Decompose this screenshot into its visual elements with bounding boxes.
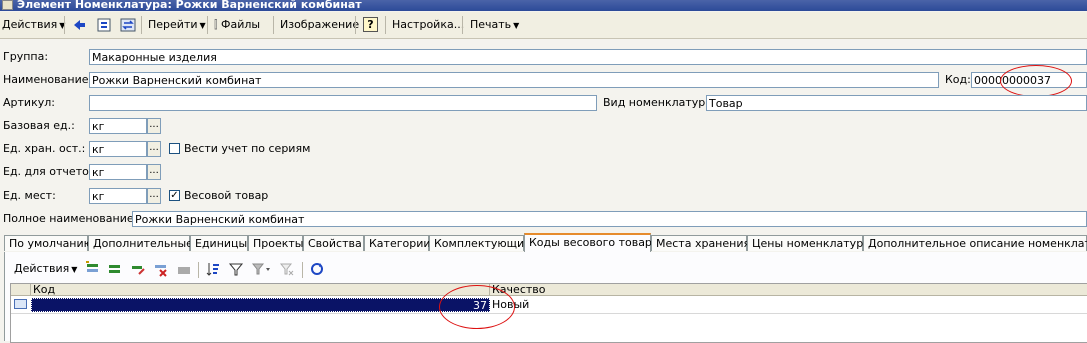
clear-filter-icon[interactable] (279, 261, 295, 277)
delete-row-icon[interactable] (153, 261, 169, 277)
series-checkbox[interactable] (169, 143, 180, 154)
chevron-down-icon: ▼ (513, 21, 520, 30)
toolbar-separator (355, 16, 356, 34)
print-menu[interactable]: Печать ▼ (470, 17, 519, 33)
goto-menu[interactable]: Перейти ▼ (148, 17, 206, 33)
files-button[interactable]: ⫿ Файлы (214, 17, 260, 33)
table-cell-code[interactable]: 37 (31, 298, 490, 312)
base-unit-select-button[interactable]: ... (147, 118, 161, 134)
storage-unit-label: Ед. хран. ост.: (3, 142, 86, 155)
actions-menu-label: Действия (2, 18, 58, 31)
base-unit-label: Базовая ед.: (3, 119, 75, 132)
refresh-icon[interactable] (96, 17, 112, 33)
tab-weight-codes[interactable]: Коды весового товара (524, 233, 659, 252)
code-label: Код: (945, 73, 971, 86)
tab-additional[interactable]: Дополнительные (88, 235, 193, 251)
chevron-down-icon: ▼ (71, 265, 78, 274)
base-unit-field[interactable]: кг (89, 118, 147, 134)
article-label: Артикул: (3, 96, 55, 109)
print-menu-label: Печать (470, 18, 512, 31)
paperclip-icon: ⫿ (214, 18, 218, 31)
name-field[interactable]: Рожки Варненский комбинат (89, 72, 939, 88)
filter-list-icon[interactable] (251, 261, 273, 277)
place-unit-field[interactable]: кг (89, 188, 147, 204)
place-unit-label: Ед. мест: (3, 189, 56, 202)
storage-unit-field[interactable]: кг (89, 141, 147, 157)
report-unit-select-button[interactable]: ... (147, 164, 161, 180)
add-row-icon[interactable] (84, 261, 100, 277)
tab-strip: По умолчанию Дополнительные Единицы Прое… (4, 233, 1087, 253)
toolbar-separator (302, 262, 303, 278)
full-name-label: Полное наименование: (3, 212, 138, 225)
tab-extra-description[interactable]: Дополнительное описание номенклатуры (863, 235, 1087, 251)
tab-default[interactable]: По умолчанию (4, 235, 93, 251)
end-edit-icon[interactable] (176, 261, 192, 277)
full-name-field[interactable]: Рожки Варненский комбинат (132, 211, 1087, 227)
back-arrow-icon[interactable] (71, 17, 87, 33)
toolbar-separator (141, 16, 142, 34)
weight-checkbox[interactable]: ✓ (169, 190, 180, 201)
report-unit-label: Ед. для отчетов: (3, 165, 100, 178)
window-title-bar: Элемент Номенклатура: Рожки Варненский к… (0, 0, 1087, 11)
refresh-list-icon[interactable] (309, 261, 325, 277)
tab-categories[interactable]: Категории (364, 235, 431, 251)
kind-field[interactable]: Товар (706, 95, 1087, 111)
column-header-code[interactable]: Код (31, 284, 490, 296)
table-actions-menu[interactable]: Действия ▼ (14, 260, 77, 278)
help-button[interactable]: ? (363, 17, 378, 32)
toolbar-separator (385, 16, 386, 34)
toolbar-separator (198, 262, 199, 278)
tab-units[interactable]: Единицы (190, 235, 248, 251)
annotation-ellipse (439, 285, 515, 329)
tab-properties[interactable]: Свойства (303, 235, 364, 251)
transfer-icon[interactable] (120, 17, 136, 33)
article-field[interactable] (89, 95, 597, 111)
goto-menu-label: Перейти (148, 18, 198, 31)
weight-codes-table[interactable]: Код Качество 37 Новый (10, 283, 1087, 343)
series-label: Вести учет по сериям (184, 142, 311, 155)
settings-button[interactable]: Настройка... (392, 17, 464, 33)
weight-label: Весовой товар (184, 189, 269, 202)
copy-row-icon[interactable] (107, 261, 123, 277)
image-button[interactable]: Изображение (280, 17, 359, 33)
table-actions-label: Действия (14, 262, 70, 275)
toolbar-separator (273, 16, 274, 34)
tab-components[interactable]: Комплектующие (429, 235, 531, 251)
help-icon: ? (367, 18, 374, 31)
sort-icon[interactable] (205, 261, 221, 277)
report-unit-field[interactable]: кг (89, 164, 147, 180)
toolbar-separator (462, 16, 463, 34)
toolbar-separator (64, 16, 65, 34)
actions-menu[interactable]: Действия ▼ (2, 17, 65, 33)
storage-unit-select-button[interactable]: ... (147, 141, 161, 157)
window-icon (2, 0, 13, 10)
window-title: Элемент Номенклатура: Рожки Варненский к… (17, 0, 362, 11)
files-button-label: Файлы (221, 18, 261, 31)
row-divider (11, 313, 1087, 314)
filter-icon[interactable] (228, 261, 244, 277)
toolbar: Действия ▼ Перейти ▼ ⫿ Файлы Изображение ?… (0, 12, 1087, 39)
kind-label: Вид номенклатуры: (603, 96, 718, 109)
table-row-marker-header (11, 284, 31, 296)
tab-prices[interactable]: Цены номенклатуры (747, 235, 872, 251)
edit-row-icon[interactable] (130, 261, 146, 277)
name-label: Наименование: (3, 73, 93, 86)
place-unit-select-button[interactable]: ... (147, 188, 161, 204)
row-marker-icon (14, 299, 27, 309)
toolbar-separator (207, 16, 208, 34)
checkmark-icon: ✓ (170, 190, 179, 201)
group-field[interactable]: Макаронные изделия (89, 49, 1087, 65)
group-label: Группа: (3, 50, 49, 63)
chevron-down-icon: ▼ (199, 21, 206, 30)
annotation-ellipse (1000, 65, 1072, 97)
tab-projects[interactable]: Проекты (248, 235, 304, 251)
tab-storage-places[interactable]: Места хранения (651, 235, 750, 251)
column-header-quality[interactable]: Качество (490, 284, 1087, 296)
